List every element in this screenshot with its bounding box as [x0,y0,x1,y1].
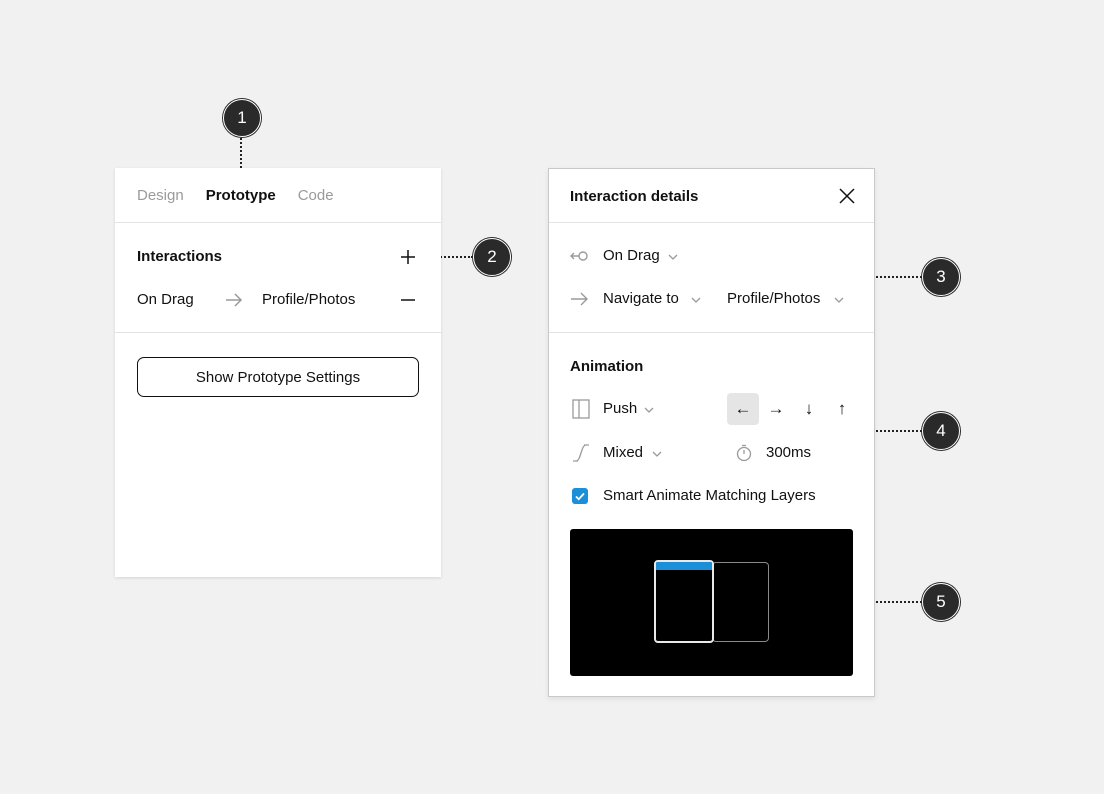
plus-icon[interactable] [399,248,417,266]
push-animation-icon [572,399,590,424]
interactions-title: Interactions [137,248,223,265]
callout-marker-5: 5 [922,583,960,621]
callout-connector-3 [876,276,922,278]
callout-marker-4: 4 [922,412,960,450]
direction-left-button[interactable]: ← [727,393,759,425]
check-icon [575,492,585,501]
callout-marker-2: 2 [473,238,511,276]
tab-code[interactable]: Code [298,187,334,204]
duration-field[interactable]: 300ms [735,443,845,465]
drag-trigger-icon [570,248,590,269]
close-icon[interactable] [838,187,856,210]
divider [115,332,441,333]
preview-frame-current [654,560,714,643]
interaction-row[interactable]: On Drag Profile/Photos [137,290,419,312]
tab-prototype[interactable]: Prototype [206,187,276,204]
interaction-destination: Profile/Photos [262,291,356,308]
easing-select[interactable]: Mixed [570,443,680,465]
divider [549,222,874,223]
preview-frame-header [656,562,712,570]
arrow-down-icon: ↓ [804,399,814,418]
duration-value: 300ms [766,444,812,461]
show-prototype-settings-button[interactable]: Show Prototype Settings [137,357,419,397]
arrow-right-icon [570,291,590,312]
timer-icon [735,444,753,467]
arrow-right-icon [225,292,243,313]
chevron-down-icon [834,292,844,310]
animation-preview [570,529,853,676]
action-select[interactable]: Navigate to [570,289,710,311]
tab-design[interactable]: Design [137,187,184,204]
destination-select[interactable]: Profile/Photos [727,289,852,311]
chevron-down-icon [668,249,678,267]
animation-type-select[interactable]: Push [570,399,680,421]
properties-panel: Design Prototype Code Interactions On Dr… [115,168,441,577]
preview-frame-incoming [712,562,769,642]
interaction-details-panel: Interaction details On Drag Navigate to … [548,168,875,697]
interaction-details-title: Interaction details [570,188,699,205]
easing-value: Mixed [603,444,644,461]
panel-tabs: Design Prototype Code [115,168,441,223]
chevron-down-icon [691,292,701,310]
smart-animate-checkbox[interactable] [572,488,588,504]
direction-down-button[interactable]: ↓ [793,393,825,425]
smart-animate-label: Smart Animate Matching Layers [603,487,816,504]
easing-curve-icon [571,443,591,468]
callout-marker-3: 3 [922,258,960,296]
animation-title: Animation [570,358,644,375]
direction-up-button[interactable]: ↑ [826,393,858,425]
arrow-left-icon: ← [734,399,752,418]
callout-connector-4 [876,430,922,432]
interaction-trigger: On Drag [137,291,194,308]
animation-type-value: Push [603,400,638,417]
divider [549,332,874,333]
trigger-value: On Drag [603,247,660,264]
minus-icon[interactable] [399,292,417,313]
direction-right-button[interactable]: → [760,393,792,425]
trigger-select[interactable]: On Drag [570,246,710,268]
action-value: Navigate to [603,290,679,307]
arrow-up-icon: ↑ [837,399,847,418]
arrow-right-icon: → [767,399,785,418]
callout-marker-1: 1 [223,99,261,137]
destination-value: Profile/Photos [727,290,821,307]
chevron-down-icon [652,446,662,464]
callout-connector-1 [240,138,242,168]
callout-connector-5 [876,601,922,603]
chevron-down-icon [644,402,654,420]
